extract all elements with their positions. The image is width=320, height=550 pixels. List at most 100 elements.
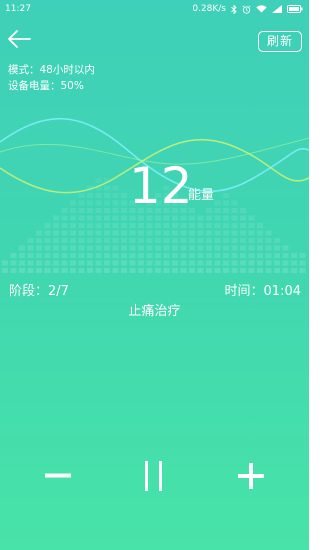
- equalizer-block: [240, 215, 246, 221]
- equalizer-block: [274, 238, 280, 243]
- equalizer-block: [138, 215, 144, 221]
- equalizer-block: [146, 260, 153, 266]
- equalizer-block: [163, 223, 170, 228]
- equalizer-block: [138, 223, 144, 228]
- equalizer-block: [155, 260, 161, 266]
- equalizer-block: [257, 268, 263, 273]
- equalizer-block: [44, 268, 51, 273]
- equalizer-block: [53, 223, 59, 228]
- equalizer-block: [291, 253, 297, 258]
- equalizer-block: [214, 260, 221, 266]
- equalizer-block: [206, 268, 212, 273]
- back-button[interactable]: [6, 28, 32, 50]
- equalizer-block: [146, 223, 153, 228]
- equalizer-block: [121, 260, 127, 266]
- equalizer-block: [240, 223, 246, 228]
- equalizer-block: [223, 268, 229, 273]
- equalizer-block: [180, 245, 187, 251]
- equalizer-block: [223, 245, 229, 251]
- equalizer-block: [257, 253, 263, 258]
- equalizer-block: [265, 253, 272, 258]
- equalizer-block: [197, 238, 204, 243]
- equalizer-block: [163, 260, 170, 266]
- equalizer-block: [231, 223, 238, 228]
- equalizer-block: [53, 268, 59, 273]
- equalizer-block: [70, 268, 76, 273]
- equalizer-block: [197, 245, 204, 251]
- equalizer-block: [95, 215, 102, 221]
- equalizer-block: [129, 230, 136, 236]
- equalizer-block: [61, 215, 68, 221]
- equalizer-block: [240, 230, 246, 236]
- battery-icon: [287, 5, 303, 13]
- equalizer-block: [180, 230, 187, 236]
- equalizer-block: [163, 268, 170, 273]
- equalizer-block: [53, 253, 59, 258]
- equalizer-block: [70, 223, 76, 228]
- equalizer-block: [61, 253, 68, 258]
- equalizer-block: [197, 268, 204, 273]
- equalizer-block: [155, 253, 161, 258]
- minus-icon: [45, 473, 71, 478]
- equalizer-block: [61, 245, 68, 251]
- equalizer-block: [104, 223, 110, 228]
- equalizer-block: [87, 268, 93, 273]
- equalizer-block: [257, 245, 263, 251]
- equalizer-block: [19, 253, 25, 258]
- equalizer-block: [27, 245, 34, 251]
- pause-button[interactable]: [134, 455, 174, 495]
- equalizer-block: [146, 268, 153, 273]
- equalizer-block: [206, 260, 212, 266]
- equalizer-block: [104, 238, 110, 243]
- equalizer-block: [61, 238, 68, 243]
- equalizer-block: [231, 260, 238, 266]
- equalizer-block: [138, 253, 144, 258]
- equalizer-block: [146, 238, 153, 243]
- equalizer-block: [87, 238, 93, 243]
- equalizer-block: [274, 253, 280, 258]
- equalizer-block: [172, 245, 178, 251]
- equalizer-block: [248, 230, 255, 236]
- equalizer-block: [189, 245, 195, 251]
- equalizer-block: [257, 238, 263, 243]
- equalizer-block: [172, 215, 178, 221]
- equalizer-block: [265, 238, 272, 243]
- equalizer-block: [172, 253, 178, 258]
- equalizer-block: [95, 260, 102, 266]
- equalizer-block: [36, 245, 42, 251]
- status-bar: 11:27 0.28K/s: [0, 0, 309, 18]
- equalizer-block: [138, 260, 144, 266]
- equalizer-block: [87, 253, 93, 258]
- increase-button[interactable]: [232, 455, 272, 495]
- equalizer-block: [180, 223, 187, 228]
- equalizer-block: [104, 245, 110, 251]
- equalizer-block: [291, 260, 297, 266]
- equalizer-block: [189, 260, 195, 266]
- equalizer-block: [61, 230, 68, 236]
- equalizer-block: [223, 238, 229, 243]
- equalizer-block: [282, 245, 289, 251]
- equalizer-block: [180, 238, 187, 243]
- equalizer-block: [214, 238, 221, 243]
- equalizer-block: [87, 223, 93, 228]
- equalizer-block: [70, 245, 76, 251]
- equalizer-block: [95, 230, 102, 236]
- equalizer-block: [206, 238, 212, 243]
- equalizer-block: [197, 260, 204, 266]
- equalizer-block: [78, 223, 85, 228]
- energy-unit: 能量: [188, 188, 215, 203]
- equalizer-block: [61, 223, 68, 228]
- equalizer-block: [2, 268, 8, 273]
- equalizer-block: [104, 268, 110, 273]
- equalizer-block: [19, 268, 25, 273]
- equalizer-block: [146, 253, 153, 258]
- equalizer-block: [36, 238, 42, 243]
- refresh-button[interactable]: 刷新: [258, 31, 302, 52]
- equalizer-block: [197, 230, 204, 236]
- decrease-button[interactable]: [38, 455, 78, 495]
- equalizer-block: [248, 215, 255, 221]
- equalizer-block: [121, 223, 127, 228]
- equalizer-block: [87, 245, 93, 251]
- equalizer-block: [214, 223, 221, 228]
- equalizer-block: [95, 245, 102, 251]
